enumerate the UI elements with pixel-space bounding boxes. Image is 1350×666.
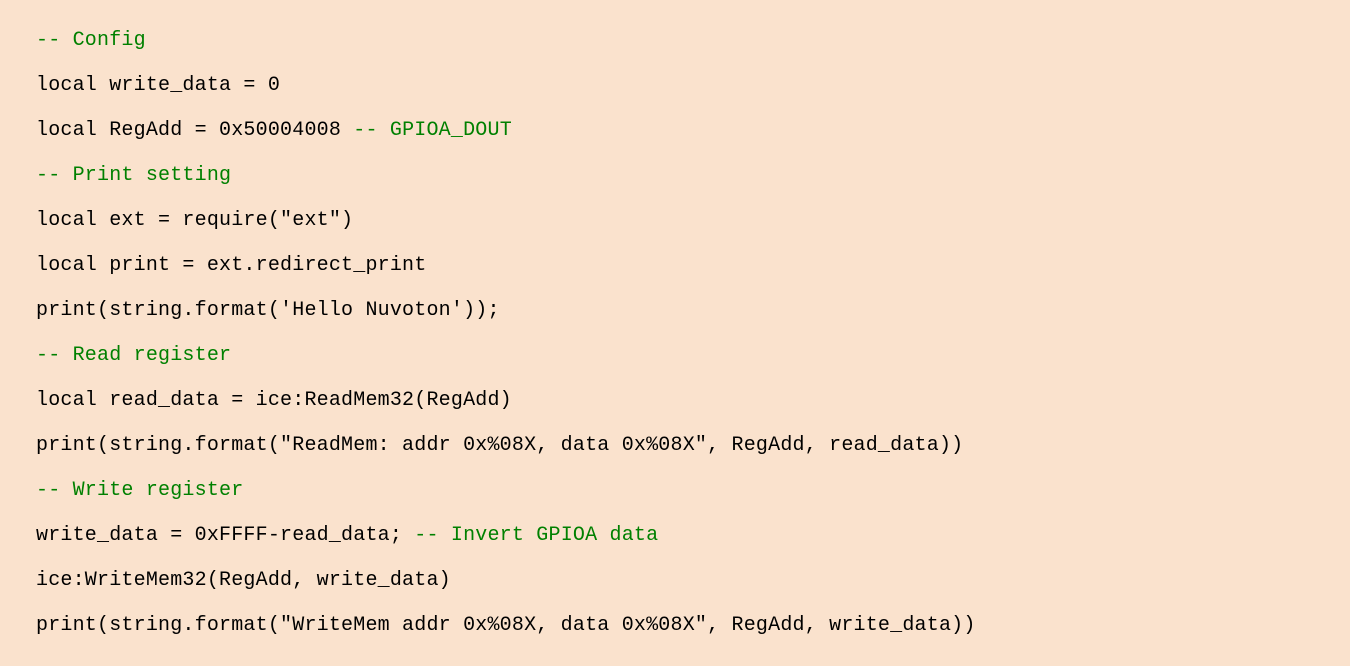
code-line: print(string.format('Hello Nuvoton'));	[36, 288, 1314, 333]
code-text: print(string.format("WriteMem addr 0x%08…	[36, 614, 976, 637]
code-comment: -- Config	[36, 29, 146, 52]
code-text: write_data = 0xFFFF-read_data;	[36, 524, 414, 547]
code-block: -- Config local write_data = 0 local RegAd…	[36, 18, 1314, 648]
code-line: local RegAdd = 0x50004008 -- GPIOA_DOUT	[36, 108, 1314, 153]
code-text: local RegAdd = 0x50004008	[36, 119, 353, 142]
code-line: write_data = 0xFFFF-read_data; -- Invert…	[36, 513, 1314, 558]
code-comment: -- GPIOA_DOUT	[353, 119, 512, 142]
code-text: local read_data = ice:ReadMem32(RegAdd)	[36, 389, 512, 412]
code-text: local print = ext.redirect_print	[36, 254, 426, 277]
code-comment: -- Print setting	[36, 164, 231, 187]
code-text: ice:WriteMem32(RegAdd, write_data)	[36, 569, 451, 592]
code-line: local write_data = 0	[36, 63, 1314, 108]
code-text: print(string.format("ReadMem: addr 0x%08…	[36, 434, 963, 457]
code-text: print(string.format('Hello Nuvoton'));	[36, 299, 500, 322]
code-line: -- Print setting	[36, 153, 1314, 198]
code-line: -- Config	[36, 18, 1314, 63]
code-line: local read_data = ice:ReadMem32(RegAdd)	[36, 378, 1314, 423]
code-line: -- Write register	[36, 468, 1314, 513]
code-line: local ext = require("ext")	[36, 198, 1314, 243]
code-text: local write_data = 0	[36, 74, 280, 97]
code-comment: -- Write register	[36, 479, 243, 502]
code-comment: -- Invert GPIOA data	[414, 524, 658, 547]
code-line: -- Read register	[36, 333, 1314, 378]
code-line: local print = ext.redirect_print	[36, 243, 1314, 288]
code-text: local ext = require("ext")	[36, 209, 353, 232]
code-line: print(string.format("ReadMem: addr 0x%08…	[36, 423, 1314, 468]
code-line: ice:WriteMem32(RegAdd, write_data)	[36, 558, 1314, 603]
code-comment: -- Read register	[36, 344, 231, 367]
code-line: print(string.format("WriteMem addr 0x%08…	[36, 603, 1314, 648]
